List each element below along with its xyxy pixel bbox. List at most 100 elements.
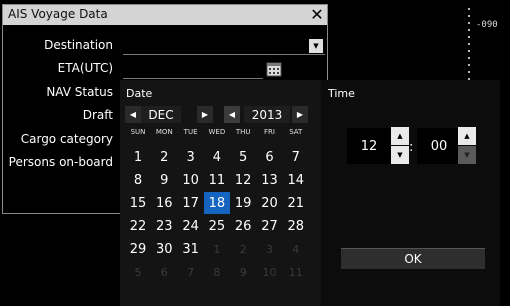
calendar-day[interactable]: 17 [178,192,204,214]
calendar-day[interactable]: 25 [204,215,230,237]
calendar-day[interactable]: 15 [125,192,151,214]
calendar-day[interactable]: 22 [125,215,151,237]
chevron-up-icon: ▲ [397,132,403,140]
month-value: DEC [141,106,181,123]
calendar-day-other-month: 6 [160,265,168,279]
prev-year-button[interactable]: ◀ [224,106,240,123]
scale-tick [468,50,470,52]
calendar-button[interactable] [265,60,283,78]
calendar-day[interactable]: 19 [230,192,256,214]
calendar-day[interactable]: 14 [283,169,309,191]
calendar-day[interactable]: 30 [151,238,177,260]
calendar-day-other-month: 10 [262,265,277,279]
calendar-day-other-month: 3 [266,242,273,256]
ok-button[interactable]: OK [341,248,485,269]
calendar-day[interactable]: 3 [178,146,204,168]
calendar-day[interactable]: 23 [151,215,177,237]
scale-tick [468,57,470,59]
calendar-day[interactable]: 2 [151,146,177,168]
calendar-day[interactable]: 9 [151,169,177,191]
destination-dropdown-button[interactable]: ▼ [309,39,323,53]
calendar-day[interactable]: 4 [204,146,230,168]
chevron-right-icon: ▶ [296,110,304,119]
chevron-left-icon: ◀ [129,110,137,119]
calendar-day[interactable]: 1 [125,146,151,168]
calendar-day[interactable]: 5 [230,146,256,168]
scale-tick [468,15,470,17]
calendar-day-other-month: 1 [213,242,221,256]
calendar-day-other-month: 8 [213,265,221,279]
calendar-day-other-month: 7 [187,265,195,279]
calendar-day-selected[interactable]: 18 [203,192,230,214]
prev-month-button[interactable]: ◀ [125,106,141,123]
calendar-day-other-month: 2 [239,242,247,256]
nav-status-label: NAV Status [46,85,113,99]
scale-tick [468,71,470,73]
scale-tick [468,64,470,66]
destination-field[interactable] [123,38,325,55]
minute-up-button[interactable]: ▲ [458,127,476,145]
minute-value: 00 [417,128,461,164]
window-title: AIS Voyage Data [8,7,108,21]
time-panel: Time ▲ 12 ▼ : 00 ▲ ▼ OK [321,80,500,306]
scale-tick [468,43,470,45]
weekday-label: SAT [289,128,303,136]
hour-up-button[interactable]: ▲ [391,127,409,145]
hour-value: 12 [347,128,391,164]
draft-label: Draft [82,108,113,122]
date-panel: Date ◀ DEC ▶ ◀ 2013 ▶ SUN MON TUE WED THU FRI… [120,80,320,306]
date-time-picker: Date ◀ DEC ▶ ◀ 2013 ▶ SUN MON TUE WED THU FRI… [120,80,500,306]
calendar-day[interactable]: 31 [178,238,204,260]
calendar-day[interactable]: 7 [283,146,309,168]
calendar-icon [266,62,282,77]
calendar-day-other-month: 11 [288,265,303,279]
calendar-day[interactable]: 24 [178,215,204,237]
chevron-down-icon: ▼ [464,151,470,159]
calendar-day[interactable]: 28 [283,215,309,237]
calendar-day-other-month: 4 [292,242,300,256]
calendar-day[interactable]: 16 [151,192,177,214]
calendar-day[interactable]: 12 [230,169,256,191]
calendar-day[interactable]: 6 [257,146,283,168]
close-icon: ✕ [310,5,324,24]
date-title: Date [126,87,153,100]
weekday-label: SUN [130,128,146,136]
weekday-label: TUE [183,128,198,136]
destination-label: Destination [44,38,113,52]
calendar-day[interactable]: 13 [257,169,283,191]
calendar-day[interactable]: 27 [257,215,283,237]
time-separator: : [409,140,414,155]
chevron-right-icon: ▶ [201,110,209,119]
minute-down-button[interactable]: ▼ [458,146,476,164]
calendar-day[interactable]: 20 [257,192,283,214]
weekday-label: THU [235,128,251,136]
calendar-day-other-month: 9 [239,265,247,279]
year-value: 2013 [244,106,290,123]
next-year-button[interactable]: ▶ [292,106,308,123]
scale-tick [468,36,470,38]
weekday-label: WED [208,128,226,136]
eta-field[interactable] [123,62,263,79]
eta-label: ETA(UTC) [57,61,113,75]
calendar-day[interactable]: 8 [125,169,151,191]
next-month-button[interactable]: ▶ [197,106,213,123]
weekday-label: MON [155,128,173,136]
time-title: Time [328,87,355,100]
chevron-left-icon: ◀ [228,110,236,119]
calendar-day[interactable]: 29 [125,238,151,260]
hour-down-button[interactable]: ▼ [391,146,409,164]
calendar-day[interactable]: 10 [178,169,204,191]
calendar-day-other-month: 5 [134,265,142,279]
calendar-day[interactable]: 21 [283,192,309,214]
cargo-category-label: Cargo category [20,132,113,146]
scale-tick [468,29,470,31]
scale-tick [468,8,470,10]
chevron-up-icon: ▲ [464,132,470,140]
calendar-day[interactable]: 26 [230,215,256,237]
weekday-label: FRI [264,128,275,136]
chevron-down-icon: ▼ [313,42,319,50]
close-button[interactable]: ✕ [307,5,327,25]
window-titlebar: AIS Voyage Data ✕ [3,5,327,25]
calendar-day[interactable]: 11 [204,169,230,191]
persons-on-board-label: Persons on-board [8,155,113,169]
